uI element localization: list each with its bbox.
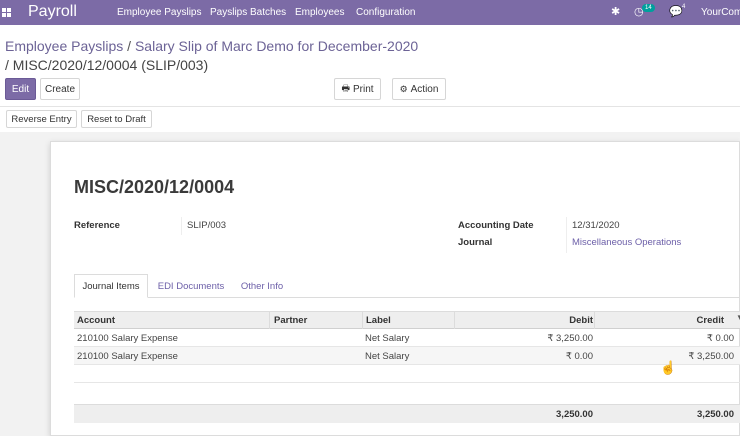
- row-label: Net Salary: [365, 351, 410, 362]
- reference-value: SLIP/003: [187, 220, 227, 231]
- menu-payslips-batches[interactable]: Payslips Batches: [210, 7, 286, 18]
- row-label: Net Salary: [365, 333, 410, 344]
- apps-menu-icon[interactable]: [2, 8, 11, 17]
- control-panel-divider: [0, 106, 740, 107]
- column-credit[interactable]: Credit: [697, 315, 724, 326]
- totals-row: 3,250.00 3,250.00: [74, 404, 740, 423]
- printer-icon: 🖶: [341, 83, 350, 93]
- column-account[interactable]: Account: [77, 315, 115, 326]
- reference-divider: [181, 217, 182, 235]
- empty-row: [74, 383, 740, 401]
- column-separator: [454, 312, 455, 329]
- accounting-date-value: 12/31/2020: [572, 220, 620, 231]
- row-debit: ₹ 3,250.00: [547, 333, 593, 344]
- print-button[interactable]: 🖶 Print: [334, 78, 381, 100]
- journal-label: Journal: [458, 237, 493, 248]
- action-label: Action: [410, 83, 439, 95]
- gear-icon: ⚙: [399, 83, 408, 94]
- breadcrumb-parent[interactable]: Employee Payslips: [5, 38, 123, 54]
- hand-pointer-icon: ☝: [660, 360, 677, 375]
- total-credit: 3,250.00: [697, 409, 734, 420]
- record-name: MISC/2020/12/0004: [74, 177, 235, 197]
- app-brand[interactable]: Payroll: [28, 3, 77, 21]
- form-sheet: MISC/2020/12/0004 Reference SLIP/003 Acc…: [50, 141, 740, 436]
- company-switcher[interactable]: YourCom: [701, 7, 740, 18]
- notebook-tabs: Journal Items EDI Documents Other Info: [74, 274, 740, 298]
- reverse-entry-button[interactable]: Reverse Entry: [6, 110, 77, 128]
- row-credit: ₹ 0.00: [706, 333, 734, 344]
- breadcrumb: Employee Payslips / Salary Slip of Marc …: [5, 37, 418, 56]
- action-button[interactable]: ⚙ Action: [392, 78, 446, 100]
- column-label[interactable]: Label: [366, 315, 391, 326]
- column-partner[interactable]: Partner: [274, 315, 307, 326]
- tab-journal-items[interactable]: Journal Items: [74, 274, 148, 298]
- breadcrumb-current: / MISC/2020/12/0004 (SLIP/003): [5, 57, 209, 73]
- table-header: Account Partner Label Debit Credit: [74, 311, 740, 329]
- messages-icon[interactable]: 💬: [669, 5, 683, 18]
- menu-employees[interactable]: Employees: [295, 7, 344, 18]
- tab-edi-documents[interactable]: EDI Documents: [152, 274, 230, 298]
- accounting-date-label: Accounting Date: [458, 220, 534, 231]
- breadcrumb-middle[interactable]: Salary Slip of Marc Demo for December-20…: [135, 38, 418, 54]
- top-navbar: Payroll Employee Payslips Payslips Batch…: [0, 0, 740, 25]
- print-label: Print: [352, 83, 374, 95]
- journal-link[interactable]: Miscellaneous Operations: [572, 237, 681, 248]
- create-button[interactable]: Create: [40, 78, 80, 100]
- column-debit[interactable]: Debit: [569, 315, 593, 326]
- tab-other-info[interactable]: Other Info: [234, 274, 290, 298]
- activity-count-badge: 14: [642, 4, 655, 12]
- column-separator: [269, 312, 270, 329]
- reset-to-draft-button[interactable]: Reset to Draft: [81, 110, 152, 128]
- row-account: 210100 Salary Expense: [77, 333, 178, 344]
- message-count: 4: [682, 4, 686, 10]
- row-debit: ₹ 0.00: [565, 351, 593, 362]
- row-credit: ₹ 3,250.00: [688, 351, 734, 362]
- column-separator: [594, 312, 595, 329]
- breadcrumb-separator: /: [127, 38, 132, 54]
- reference-label: Reference: [74, 220, 120, 231]
- menu-employee-payslips[interactable]: Employee Payslips: [117, 7, 201, 18]
- empty-row: [74, 365, 740, 383]
- edit-button[interactable]: Edit: [5, 78, 36, 100]
- date-divider: [566, 217, 567, 253]
- table-row[interactable]: 210100 Salary Expense Net Salary ₹ 3,250…: [74, 329, 740, 347]
- row-account: 210100 Salary Expense: [77, 351, 178, 362]
- total-debit: 3,250.00: [556, 409, 593, 420]
- column-separator: [362, 312, 363, 329]
- menu-configuration[interactable]: Configuration: [356, 7, 415, 18]
- table-row[interactable]: 210100 Salary Expense Net Salary ₹ 0.00 …: [74, 347, 740, 365]
- optional-columns-toggle-icon[interactable]: ▼: [736, 313, 740, 322]
- bug-icon[interactable]: ✱: [611, 5, 620, 18]
